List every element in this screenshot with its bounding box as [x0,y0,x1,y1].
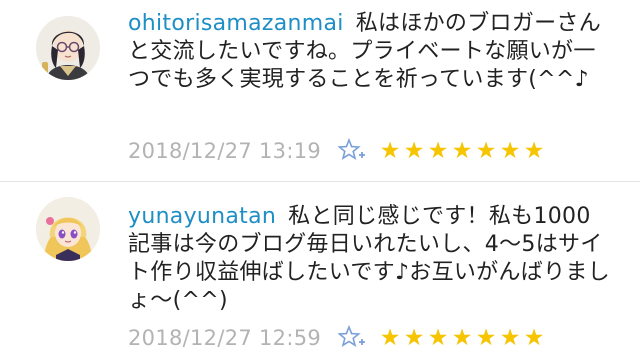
star-icon[interactable]: ★ [450,325,474,351]
comment-username[interactable]: yunayunatan [128,204,276,229]
comment-timestamp[interactable]: 2018/12/27 13:19 [128,139,338,163]
avatar-woman-glasses-icon [36,16,100,80]
star-icon[interactable]: ★ [426,325,450,351]
comment-meta: 2018/12/27 13:19 ★ ★ ★ ★ ★ ★ ★ [128,136,546,166]
star-icon[interactable]: ★ [498,138,522,164]
star-icon[interactable]: ★ [426,138,450,164]
comment-body: yunayunatan 私と同じ感じです！私も1000記事は今のブログ毎日いれたい… [128,203,612,315]
star-icon[interactable]: ★ [378,138,402,164]
comment-item: ohitorisamazanmai 私はほかのブロガーさんと交流したいですね。プラ… [0,0,640,181]
comment-item: yunayunatan 私と同じ感じです！私も1000記事は今のブログ毎日いれたい… [0,181,640,357]
star-plus-icon[interactable] [337,137,368,164]
star-icon[interactable]: ★ [402,138,426,164]
star-rating: ★ ★ ★ ★ ★ ★ ★ [378,138,546,164]
star-icon[interactable]: ★ [498,325,522,351]
star-icon[interactable]: ★ [522,138,546,164]
star-rating: ★ ★ ★ ★ ★ ★ ★ [378,325,546,351]
comment-meta: 2018/12/27 12:59 ★ ★ ★ ★ ★ ★ ★ [128,323,546,353]
star-icon[interactable]: ★ [522,325,546,351]
star-icon[interactable]: ★ [474,325,498,351]
star-icon[interactable]: ★ [378,325,402,351]
star-icon[interactable]: ★ [402,325,426,351]
star-icon[interactable]: ★ [474,138,498,164]
comment-list: ohitorisamazanmai 私はほかのブロガーさんと交流したいですね。プラ… [0,0,640,357]
avatar-anime-girl-icon [36,197,100,261]
star-icon[interactable]: ★ [450,138,474,164]
avatar[interactable] [36,197,100,261]
comment-body: ohitorisamazanmai 私はほかのブロガーさんと交流したいですね。プラ… [128,10,612,94]
avatar[interactable] [36,16,100,80]
comment-username[interactable]: ohitorisamazanmai [128,11,344,36]
star-plus-icon[interactable] [337,324,368,351]
comment-timestamp[interactable]: 2018/12/27 12:59 [128,326,338,350]
